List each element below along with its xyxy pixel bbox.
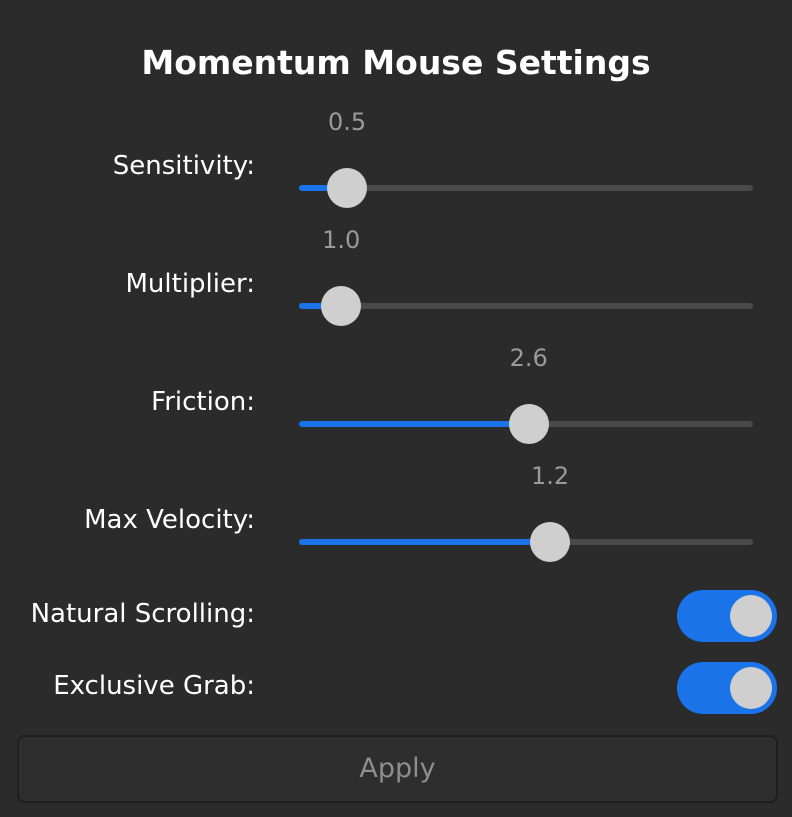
multiplier-slider[interactable]: 1.0 xyxy=(299,226,753,328)
natural-scrolling-toggle[interactable] xyxy=(677,590,777,642)
slider-thumb[interactable] xyxy=(530,522,571,562)
slider-thumb[interactable] xyxy=(321,286,362,326)
slider-thumb[interactable] xyxy=(327,168,368,208)
friction-slider[interactable]: 2.6 xyxy=(299,344,753,446)
natural-scrolling-label: Natural Scrolling: xyxy=(30,599,255,629)
slider-track[interactable] xyxy=(299,303,753,309)
multiplier-label: Multiplier: xyxy=(125,269,256,299)
max-velocity-label: Max Velocity: xyxy=(84,505,255,535)
sensitivity-value: 0.5 xyxy=(328,108,367,136)
toggle-knob xyxy=(730,667,772,709)
apply-button[interactable]: Apply xyxy=(17,735,778,803)
exclusive-grab-toggle[interactable] xyxy=(677,662,777,714)
settings-window: Momentum Mouse Settings Sensitivity: 0.5… xyxy=(0,0,792,817)
slider-track[interactable] xyxy=(299,185,753,191)
friction-label: Friction: xyxy=(151,387,255,417)
sensitivity-slider[interactable]: 0.5 xyxy=(299,108,753,210)
slider-fill xyxy=(299,421,529,427)
multiplier-value: 1.0 xyxy=(322,226,361,254)
slider-thumb[interactable] xyxy=(508,404,549,444)
friction-value: 2.6 xyxy=(509,344,548,372)
window-title: Momentum Mouse Settings xyxy=(141,43,651,82)
max-velocity-slider[interactable]: 1.2 xyxy=(299,462,753,564)
toggle-knob xyxy=(730,595,772,637)
slider-fill xyxy=(299,539,551,545)
max-velocity-value: 1.2 xyxy=(530,462,570,490)
exclusive-grab-label: Exclusive Grab: xyxy=(53,671,255,701)
sensitivity-label: Sensitivity: xyxy=(112,151,255,181)
